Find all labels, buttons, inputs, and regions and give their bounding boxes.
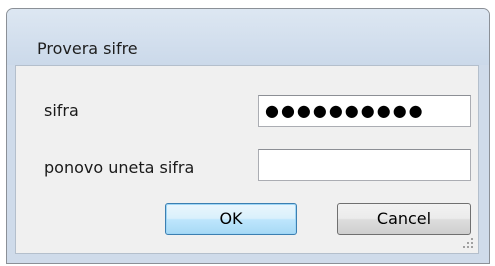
title-bar[interactable]: Provera sifre bbox=[7, 9, 489, 65]
cancel-button[interactable]: Cancel bbox=[337, 203, 471, 235]
password-field[interactable]: ●●●●●●●●●● bbox=[258, 95, 471, 127]
confirm-password-label: ponovo uneta sifra bbox=[44, 158, 195, 177]
dialog-title: Provera sifre bbox=[37, 39, 138, 58]
ok-button[interactable]: OK bbox=[165, 203, 297, 235]
confirm-password-field[interactable] bbox=[258, 149, 471, 181]
dialog-body: sifra ●●●●●●●●●● ponovo uneta sifra OK C… bbox=[15, 65, 479, 254]
password-dialog: Provera sifre sifra ●●●●●●●●●● ponovo un… bbox=[6, 8, 490, 264]
password-label: sifra bbox=[44, 101, 79, 120]
resize-grip-icon[interactable] bbox=[463, 238, 475, 250]
